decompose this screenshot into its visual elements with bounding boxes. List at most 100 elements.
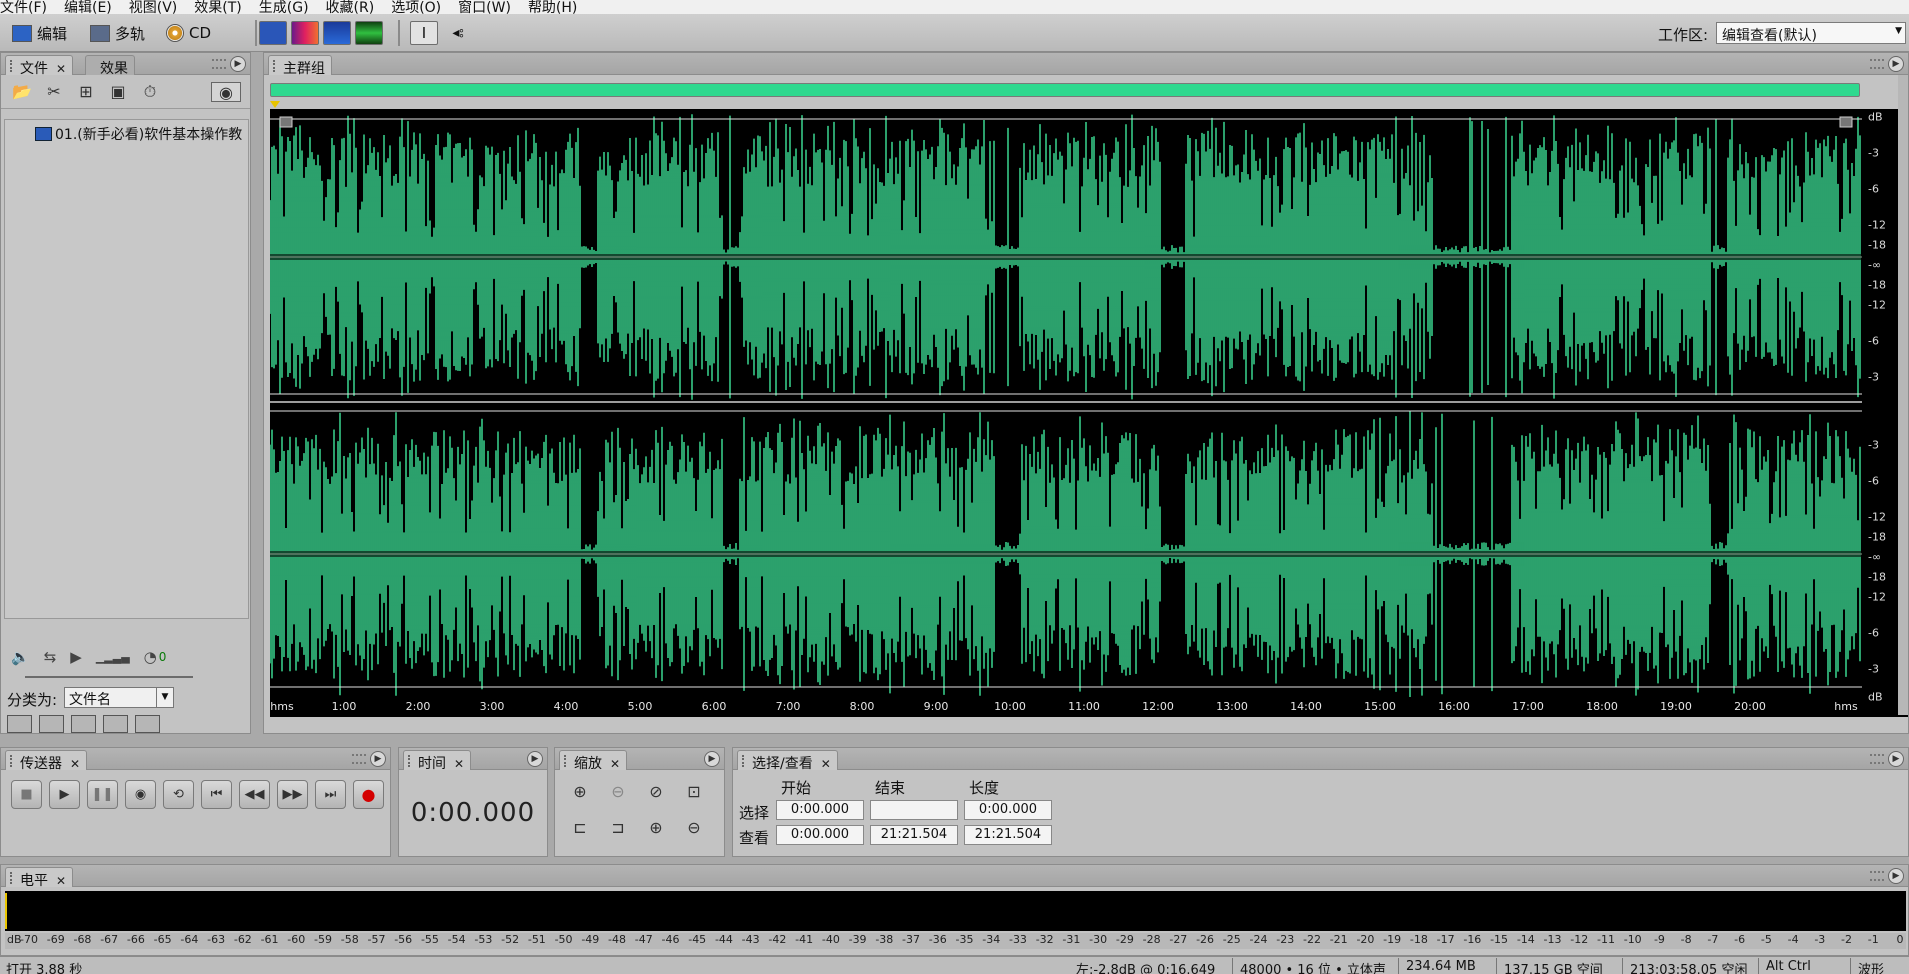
fade-handle[interactable]	[1840, 117, 1852, 127]
view-start-field[interactable]: 0:00.000	[776, 825, 864, 845]
close-icon[interactable]: ✕	[821, 757, 831, 771]
insert-multitrack-icon[interactable]: ⊞	[75, 82, 97, 102]
vertical-scrollbar[interactable]	[1898, 75, 1908, 715]
volume-knob-icon[interactable]: ◔	[144, 648, 157, 666]
zoom-out-full-icon[interactable]: ⊘	[643, 780, 669, 804]
go-to-end-button[interactable]: ⏭	[315, 780, 346, 809]
overview-bar[interactable]	[270, 83, 1860, 97]
tab-level[interactable]: 电平 ✕	[5, 867, 73, 887]
filter-audio-icon[interactable]	[103, 715, 128, 733]
tab-time[interactable]: 时间✕	[403, 750, 471, 770]
pan-view-button[interactable]	[323, 21, 351, 45]
panel-menu-button[interactable]: ▶	[230, 56, 246, 72]
tab-main-group[interactable]: 主群组	[268, 55, 332, 75]
spectral-view-button[interactable]	[291, 21, 319, 45]
close-icon[interactable]: ✕	[70, 757, 80, 771]
filter-settings-icon[interactable]	[135, 715, 160, 733]
time-selection-tool[interactable]: I	[410, 21, 438, 45]
menu-item[interactable]: 文件(F)	[0, 4, 47, 12]
timeline-ruler[interactable]: hms1:002:003:004:005:006:007:008:009:001…	[270, 697, 1862, 717]
menu-item[interactable]: 生成(G)	[259, 4, 309, 12]
workspace-select[interactable]: 编辑查看(默认) ▼	[1716, 22, 1906, 44]
level-scale-label: -45	[688, 933, 706, 946]
stop-button[interactable]: ■	[11, 780, 42, 809]
panel-menu-button[interactable]: ▶	[1888, 751, 1904, 767]
multitrack-mode-button[interactable]: 多轨	[90, 22, 145, 44]
column-header-length: 长度	[969, 777, 999, 798]
zoom-in-vertical-icon[interactable]: ⊕	[643, 816, 669, 840]
zoom-out-horizontal-icon[interactable]: ⊖	[605, 780, 631, 804]
menu-item[interactable]: 编辑(E)	[64, 4, 112, 12]
speaker-icon[interactable]: 🔈	[11, 648, 30, 666]
menu-item[interactable]: 效果(T)	[194, 4, 241, 12]
tab-transport[interactable]: 传送器✕	[5, 750, 87, 770]
multitrack-mode-label: 多轨	[115, 23, 145, 44]
filter-cd-icon[interactable]	[167, 715, 192, 733]
tab-effects[interactable]: 效果	[85, 55, 135, 75]
horizontal-scrollbar[interactable]	[25, 676, 193, 678]
menu-item[interactable]: 收藏(R)	[326, 4, 375, 12]
rewind-button[interactable]: ◀◀	[239, 780, 270, 809]
close-icon[interactable]: ✕	[56, 874, 66, 888]
close-file-icon[interactable]: ✂	[43, 82, 65, 102]
selection-start-field[interactable]: 0:00.000	[776, 800, 864, 820]
list-item[interactable]: 01.(新手必看)软件基本操作教	[35, 124, 242, 144]
scrub-tool[interactable]: ◂⦂	[444, 21, 472, 45]
view-end-field[interactable]: 21:21.504	[870, 825, 958, 845]
menu-item[interactable]: 选项(O)	[391, 4, 441, 12]
play-to-end-button[interactable]: ◉	[125, 780, 156, 809]
autoplay-icon[interactable]: ⏱	[139, 82, 161, 102]
level-scale-label: -65	[154, 933, 172, 946]
panel-menu-button[interactable]: ▶	[1888, 56, 1904, 72]
show-options-icon[interactable]: ◉	[211, 82, 241, 102]
play-button[interactable]: ▶	[49, 780, 80, 809]
pause-button[interactable]: ❚❚	[87, 780, 118, 809]
panel-menu-button[interactable]: ▶	[370, 751, 386, 767]
zoom-out-vertical-icon[interactable]: ⊖	[681, 816, 707, 840]
go-to-start-button[interactable]: ⏮	[201, 780, 232, 809]
ruler-tick: 3:00	[480, 700, 505, 713]
start-marker-icon[interactable]	[270, 101, 280, 108]
panel-menu-button[interactable]: ▶	[704, 751, 720, 767]
edit-file-icon[interactable]: ▣	[107, 82, 129, 102]
waveform-display[interactable]	[270, 109, 1862, 697]
chevron-down-icon[interactable]: ▼	[156, 688, 173, 707]
edit-mode-button[interactable]: 编辑	[12, 22, 67, 44]
menu-item[interactable]: 窗口(W)	[458, 4, 511, 12]
selection-length-field[interactable]: 0:00.000	[964, 800, 1052, 820]
close-icon[interactable]: ✕	[56, 62, 66, 76]
level-scale-label: -47	[635, 933, 653, 946]
close-icon[interactable]: ✕	[454, 757, 464, 771]
tab-selection-view[interactable]: 选择/查看✕	[737, 750, 838, 770]
menu-item[interactable]: 帮助(H)	[528, 4, 577, 12]
open-file-icon[interactable]: 📂	[11, 82, 33, 102]
waveform-view-button[interactable]	[259, 21, 287, 45]
fast-forward-button[interactable]: ▶▶	[277, 780, 308, 809]
filter-loop-icon[interactable]	[39, 715, 64, 733]
transport-tabbar: 传送器✕ ▶	[1, 748, 390, 770]
loop-icon[interactable]: ⇆	[44, 648, 57, 666]
panel-menu-button[interactable]: ▶	[527, 751, 543, 767]
view-length-field[interactable]: 21:21.504	[964, 825, 1052, 845]
ruler-tick: 14:00	[1290, 700, 1322, 713]
zoom-in-horizontal-icon[interactable]: ⊕	[567, 780, 593, 804]
tab-files[interactable]: 文件✕	[5, 55, 73, 75]
record-button[interactable]: ●	[353, 780, 384, 809]
zoom-selection-icon[interactable]: ⊡	[681, 780, 707, 804]
filter-video-icon[interactable]	[71, 715, 96, 733]
zoom-right-edge-icon[interactable]: ⊐	[605, 816, 631, 840]
menu-item[interactable]: 视图(V)	[129, 4, 178, 12]
tab-zoom[interactable]: 缩放✕	[559, 750, 627, 770]
filter-multitrack-icon[interactable]	[7, 715, 32, 733]
selection-end-field[interactable]	[870, 800, 958, 820]
time-display: 0:00.000	[399, 798, 547, 828]
play-icon[interactable]: ▶	[70, 648, 82, 666]
zoom-left-edge-icon[interactable]: ⊏	[567, 816, 593, 840]
fade-handle[interactable]	[280, 117, 292, 127]
close-icon[interactable]: ✕	[610, 757, 620, 771]
cd-mode-button[interactable]: CD	[166, 22, 211, 44]
panel-menu-button[interactable]: ▶	[1888, 868, 1904, 884]
phase-view-button[interactable]	[355, 21, 383, 45]
tab-level-label: 电平	[20, 873, 48, 889]
loop-button[interactable]: ⟲	[163, 780, 194, 809]
